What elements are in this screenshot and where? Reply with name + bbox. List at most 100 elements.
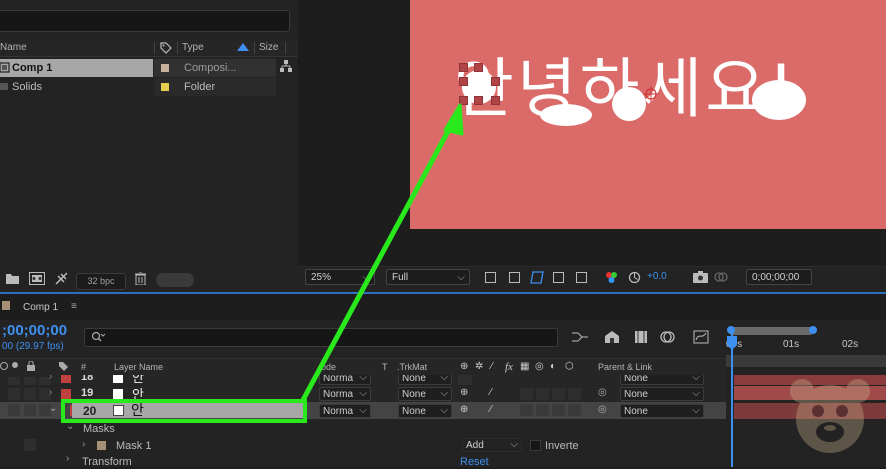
timeline-search-input[interactable] — [84, 328, 558, 347]
video-switch-icon[interactable] — [0, 362, 8, 370]
playhead-head-icon[interactable] — [727, 336, 737, 353]
label-tag-icon[interactable] — [160, 42, 172, 57]
current-time-display[interactable]: ;00;00;00 — [2, 322, 67, 339]
layer-name-header[interactable]: Layer Name — [114, 362, 163, 372]
mask-shape — [752, 80, 806, 120]
layer-label-color[interactable] — [61, 389, 71, 399]
collapse-chevron-icon[interactable]: ⌄ — [49, 403, 57, 414]
work-area-end-handle[interactable] — [809, 326, 817, 334]
mask-vertex-handle[interactable] — [459, 96, 468, 105]
solo-icon[interactable] — [12, 362, 18, 368]
transform-row[interactable]: › Transform Reset — [0, 455, 726, 467]
motion-blur-column-icon[interactable]: ◎ — [535, 361, 544, 372]
quality-icon[interactable]: ⁄ — [491, 361, 493, 372]
label-color-swatch[interactable] — [161, 64, 169, 72]
motion-blur-icon[interactable] — [660, 330, 676, 347]
grid-guides-icon[interactable] — [576, 272, 587, 283]
mask-visibility-icon[interactable] — [530, 271, 544, 287]
work-area-bar[interactable] — [730, 327, 812, 335]
exposure-value[interactable]: +0.0 — [647, 271, 667, 282]
type-column-header[interactable]: Type — [182, 42, 204, 53]
effects-header[interactable]: fx — [505, 361, 513, 373]
mode-dropdown[interactable]: Norma ⌵ — [319, 404, 371, 418]
preserve-transparency-header[interactable]: T — [382, 362, 388, 372]
mask-vertex-handle[interactable] — [474, 63, 483, 72]
mask-1-row[interactable]: › Mask 1 Add ⌵ Inverte — [0, 437, 726, 454]
expand-chevron-icon[interactable]: › — [49, 387, 52, 398]
zoom-dropdown[interactable]: 25% ⌵ — [305, 269, 375, 285]
tab-comp-1[interactable]: Comp 1 — [23, 302, 58, 313]
pick-whip-icon[interactable]: ◎ — [598, 404, 607, 415]
parent-dropdown[interactable]: None ⌵ — [620, 387, 704, 401]
3d-layer-icon[interactable]: ⬡ — [565, 361, 574, 372]
viewer-timecode-field[interactable]: 0;00;00;00 — [746, 269, 812, 285]
shy-switch-icon[interactable]: ⊕ — [460, 404, 468, 415]
quality-switch-icon[interactable]: ⁄ — [490, 404, 492, 415]
invert-checkbox[interactable] — [530, 440, 541, 451]
layer-label-color[interactable] — [61, 375, 71, 383]
exposure-reset-icon[interactable] — [628, 271, 641, 287]
project-item-comp-1[interactable]: Comp 1 — [0, 59, 153, 77]
interpret-footage-icon[interactable] — [55, 272, 68, 288]
mask-name[interactable]: Mask 1 — [116, 440, 151, 452]
expand-chevron-icon[interactable]: › — [66, 455, 69, 464]
time-ruler[interactable]: 00s 01s 02s — [726, 336, 886, 354]
draft-3d-icon[interactable] — [604, 330, 620, 347]
quality-switch-icon[interactable]: ⁄ — [490, 387, 492, 398]
color-channels-icon[interactable] — [605, 271, 618, 287]
shy-icon[interactable]: ⊕ — [460, 361, 468, 372]
mask-color-swatch[interactable] — [97, 441, 106, 450]
mode-dropdown[interactable]: Norma ⌵ — [319, 375, 371, 385]
sort-ascending-icon[interactable] — [237, 43, 249, 54]
show-snapshot-icon[interactable] — [714, 271, 728, 286]
mask-vertex-handle[interactable] — [491, 77, 500, 86]
layer-row[interactable]: › 18 안 Norma ⌵ None ⌵ None ⌵ — [0, 375, 726, 385]
graph-editor-icon[interactable] — [693, 330, 709, 347]
parent-link-header[interactable]: Parent & Link — [598, 362, 652, 372]
lock-icon[interactable] — [27, 360, 35, 374]
snapshot-camera-icon[interactable] — [693, 271, 708, 286]
masks-group-row[interactable]: ⌄ Masks — [0, 421, 726, 436]
folder-icon[interactable] — [6, 273, 19, 287]
trash-icon[interactable] — [135, 271, 146, 288]
anchor-point-icon[interactable] — [643, 86, 659, 105]
project-search-input[interactable] — [0, 10, 290, 32]
expand-chevron-icon[interactable]: › — [82, 439, 85, 450]
resolution-dropdown[interactable]: Full ⌵ — [386, 269, 470, 285]
expand-chevron-icon[interactable]: › — [49, 375, 52, 382]
pick-whip-icon[interactable]: ◎ — [598, 387, 607, 398]
flowchart-icon[interactable] — [280, 60, 292, 75]
shy-switch-icon[interactable]: ⊕ — [460, 387, 468, 398]
new-composition-icon[interactable] — [29, 272, 45, 288]
mode-header[interactable]: ode — [321, 362, 336, 372]
track-matte-header[interactable]: .TrkMat — [397, 362, 427, 372]
frame-blending-icon[interactable] — [634, 330, 648, 347]
comp-flowchart-icon[interactable] — [572, 331, 588, 346]
fast-previews-icon[interactable] — [485, 272, 496, 283]
parent-dropdown[interactable]: None ⌵ — [620, 375, 704, 385]
adjustment-layer-icon[interactable]: ◐ — [550, 361, 556, 372]
mask-vertex-handle[interactable] — [491, 96, 500, 105]
project-footer-slider[interactable] — [156, 273, 194, 287]
frame-blend-icon[interactable]: ▦ — [520, 361, 529, 372]
layer-number-header[interactable]: # — [81, 362, 86, 372]
track-matte-dropdown[interactable]: None ⌵ — [398, 387, 452, 401]
bit-depth-button[interactable]: 32 bpc — [76, 273, 126, 290]
name-column-header[interactable]: Name — [0, 42, 27, 53]
transform-reset-link[interactable]: Reset — [460, 456, 489, 467]
mode-dropdown[interactable]: Norma ⌵ — [319, 387, 371, 401]
parent-dropdown[interactable]: None ⌵ — [620, 404, 704, 418]
track-matte-dropdown[interactable]: None ⌵ — [398, 375, 452, 385]
label-tag-icon[interactable] — [58, 361, 69, 375]
mask-vertex-handle[interactable] — [459, 77, 468, 86]
transparency-grid-icon[interactable] — [509, 272, 520, 283]
mask-mode-dropdown[interactable]: Add ⌵ — [462, 438, 522, 452]
label-color-swatch[interactable] — [161, 83, 169, 91]
size-column-header[interactable]: Size — [259, 42, 278, 53]
collapse-transform-icon[interactable]: ✲ — [475, 361, 483, 372]
track-matte-dropdown[interactable]: None ⌵ — [398, 404, 452, 418]
region-of-interest-icon[interactable] — [553, 272, 564, 283]
mask-vertex-handle[interactable] — [474, 96, 483, 105]
mask-vertex-handle[interactable] — [459, 63, 468, 72]
tab-menu-icon[interactable]: ≡ — [71, 301, 77, 312]
